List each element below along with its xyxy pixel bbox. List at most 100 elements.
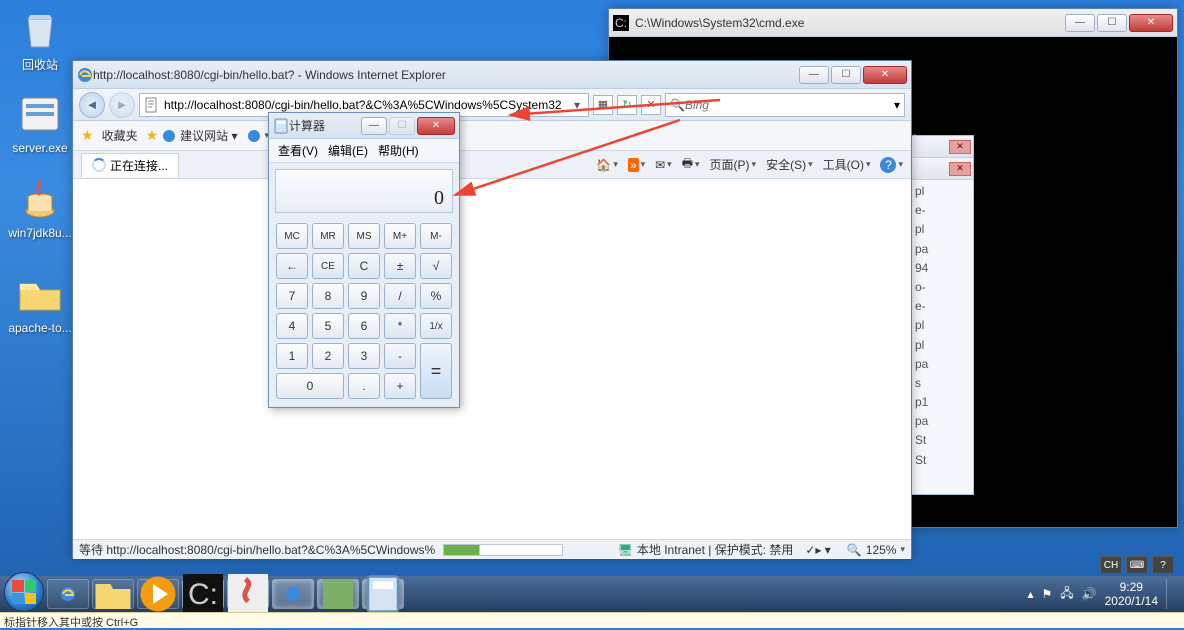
- maximize-button[interactable]: ☐: [831, 66, 861, 84]
- calc-menubar: 查看(V) 编辑(E) 帮助(H): [269, 139, 459, 163]
- key-add[interactable]: +: [384, 373, 416, 399]
- key-9[interactable]: 9: [348, 283, 380, 309]
- taskbar-clock[interactable]: 9:29 2020/1/14: [1105, 580, 1158, 609]
- close-button[interactable]: ✕: [949, 162, 971, 176]
- action-center-icon[interactable]: ⚑: [1042, 587, 1053, 601]
- key-6[interactable]: 6: [348, 313, 380, 339]
- suggested-sites[interactable]: ★ 建议网站 ▾: [146, 127, 238, 144]
- taskbar-item-java[interactable]: [227, 579, 269, 609]
- ie-tab[interactable]: 正在连接...: [81, 153, 179, 177]
- address-dropdown[interactable]: ▾: [570, 98, 584, 112]
- zoom-dropdown[interactable]: ▾: [900, 544, 905, 555]
- search-dropdown[interactable]: ▾: [894, 98, 900, 112]
- menu-help[interactable]: 帮助(H): [375, 141, 422, 160]
- key-multiply[interactable]: *: [384, 313, 416, 339]
- key-2[interactable]: 2: [312, 343, 344, 369]
- taskbar-item-ie[interactable]: [47, 579, 89, 609]
- minimize-button[interactable]: —: [361, 117, 387, 135]
- menu-edit[interactable]: 编辑(E): [325, 141, 371, 160]
- taskbar-item-app[interactable]: [317, 579, 359, 609]
- key-mc[interactable]: MC: [276, 223, 308, 249]
- desktop-icon-jdk[interactable]: win7jdk8u...: [5, 175, 75, 240]
- close-button[interactable]: ✕: [417, 117, 455, 135]
- compat-view-button[interactable]: ▦: [593, 95, 613, 115]
- page-menu[interactable]: 页面(P)▾: [710, 156, 757, 173]
- key-plusminus[interactable]: ±: [384, 253, 416, 279]
- taskbar-item-cmd[interactable]: C:: [182, 579, 224, 609]
- home-button[interactable]: 🏠▾: [596, 158, 617, 172]
- close-button[interactable]: ✕: [863, 66, 907, 84]
- svg-text:C:: C:: [615, 16, 627, 30]
- key-8[interactable]: 8: [312, 283, 344, 309]
- tools-menu[interactable]: 工具(O)▾: [823, 156, 871, 173]
- minimize-button[interactable]: —: [1065, 14, 1095, 32]
- help-button[interactable]: ?▾: [880, 157, 903, 173]
- protected-mode-dropdown[interactable]: ✓▸ ▾: [805, 543, 830, 557]
- key-0[interactable]: 0: [276, 373, 344, 399]
- desktop-icon-recycle-bin[interactable]: 回收站: [5, 5, 75, 73]
- refresh-button[interactable]: ↻: [617, 95, 637, 115]
- minimize-button[interactable]: —: [799, 66, 829, 84]
- key-sqrt[interactable]: √: [420, 253, 452, 279]
- web-slice-gallery[interactable]: ▾: [246, 128, 270, 144]
- calc-titlebar[interactable]: 计算器 — ☐ ✕: [269, 113, 459, 139]
- read-mail-button[interactable]: ✉▾: [655, 158, 672, 172]
- ime-indicator[interactable]: CH: [1100, 556, 1122, 574]
- forward-button[interactable]: ►: [109, 92, 135, 118]
- volume-icon[interactable]: 🔊: [1082, 587, 1097, 601]
- key-mplus[interactable]: M+: [384, 223, 416, 249]
- print-button[interactable]: 🖶▾: [682, 154, 700, 175]
- key-subtract[interactable]: -: [384, 343, 416, 369]
- loading-spinner-icon: [92, 158, 106, 172]
- key-1[interactable]: 1: [276, 343, 308, 369]
- key-c[interactable]: C: [348, 253, 380, 279]
- cmd-titlebar[interactable]: C: C:\Windows\System32\cmd.exe — ☐ ✕: [609, 9, 1177, 37]
- key-equals[interactable]: =: [420, 343, 452, 399]
- feeds-button[interactable]: »▾: [628, 158, 645, 172]
- favorites-icon[interactable]: ★: [81, 127, 94, 144]
- taskbar-item-explorer[interactable]: [92, 579, 134, 609]
- menu-view[interactable]: 查看(V): [275, 141, 321, 160]
- close-button[interactable]: ✕: [949, 140, 971, 154]
- show-hidden-icon[interactable]: ▴: [1027, 587, 1033, 601]
- search-input[interactable]: [685, 98, 894, 112]
- url-input[interactable]: [164, 98, 570, 112]
- zoom-level[interactable]: 125%: [866, 543, 897, 557]
- stop-button[interactable]: ✕: [641, 95, 661, 115]
- key-backspace[interactable]: ←: [276, 253, 308, 279]
- safety-menu[interactable]: 安全(S)▾: [766, 156, 813, 173]
- key-ms[interactable]: MS: [348, 223, 380, 249]
- key-7[interactable]: 7: [276, 283, 308, 309]
- key-mminus[interactable]: M-: [420, 223, 452, 249]
- maximize-button[interactable]: ☐: [1097, 14, 1127, 32]
- key-decimal[interactable]: .: [348, 373, 380, 399]
- zoom-icon[interactable]: 🔍: [847, 543, 862, 557]
- show-desktop-button[interactable]: [1166, 579, 1174, 609]
- taskbar-item-media[interactable]: [137, 579, 179, 609]
- key-percent[interactable]: %: [420, 283, 452, 309]
- favorites-label[interactable]: 收藏夹: [102, 127, 138, 144]
- network-icon[interactable]: 🖧: [1060, 584, 1073, 605]
- taskbar-item-ie-instance[interactable]: [272, 579, 314, 609]
- key-divide[interactable]: /: [384, 283, 416, 309]
- language-bar[interactable]: CH ⌨ ?: [1100, 556, 1174, 574]
- key-3[interactable]: 3: [348, 343, 380, 369]
- desktop-icon-apache-folder[interactable]: apache-to...: [5, 270, 75, 335]
- key-5[interactable]: 5: [312, 313, 344, 339]
- close-button[interactable]: ✕: [1129, 14, 1173, 32]
- desktop-icon-label: 回收站: [5, 56, 75, 73]
- key-4[interactable]: 4: [276, 313, 308, 339]
- keyboard-icon[interactable]: ⌨: [1126, 556, 1148, 574]
- key-mr[interactable]: MR: [312, 223, 344, 249]
- back-button[interactable]: ◄: [79, 92, 105, 118]
- key-ce[interactable]: CE: [312, 253, 344, 279]
- partial-window-body: ple- plpa94 o-e- pl pl pas p1pa StSt: [911, 180, 973, 472]
- ie-titlebar[interactable]: http://localhost:8080/cgi-bin/hello.bat?…: [73, 61, 911, 89]
- key-reciprocal[interactable]: 1/x: [420, 313, 452, 339]
- lang-options[interactable]: ?: [1152, 556, 1174, 574]
- maximize-button[interactable]: ☐: [389, 117, 415, 135]
- desktop-icon-server[interactable]: server.exe: [5, 90, 75, 155]
- search-box[interactable]: 🔍 ▾: [665, 93, 905, 117]
- start-button[interactable]: [4, 572, 44, 612]
- taskbar-item-calculator[interactable]: [362, 579, 404, 609]
